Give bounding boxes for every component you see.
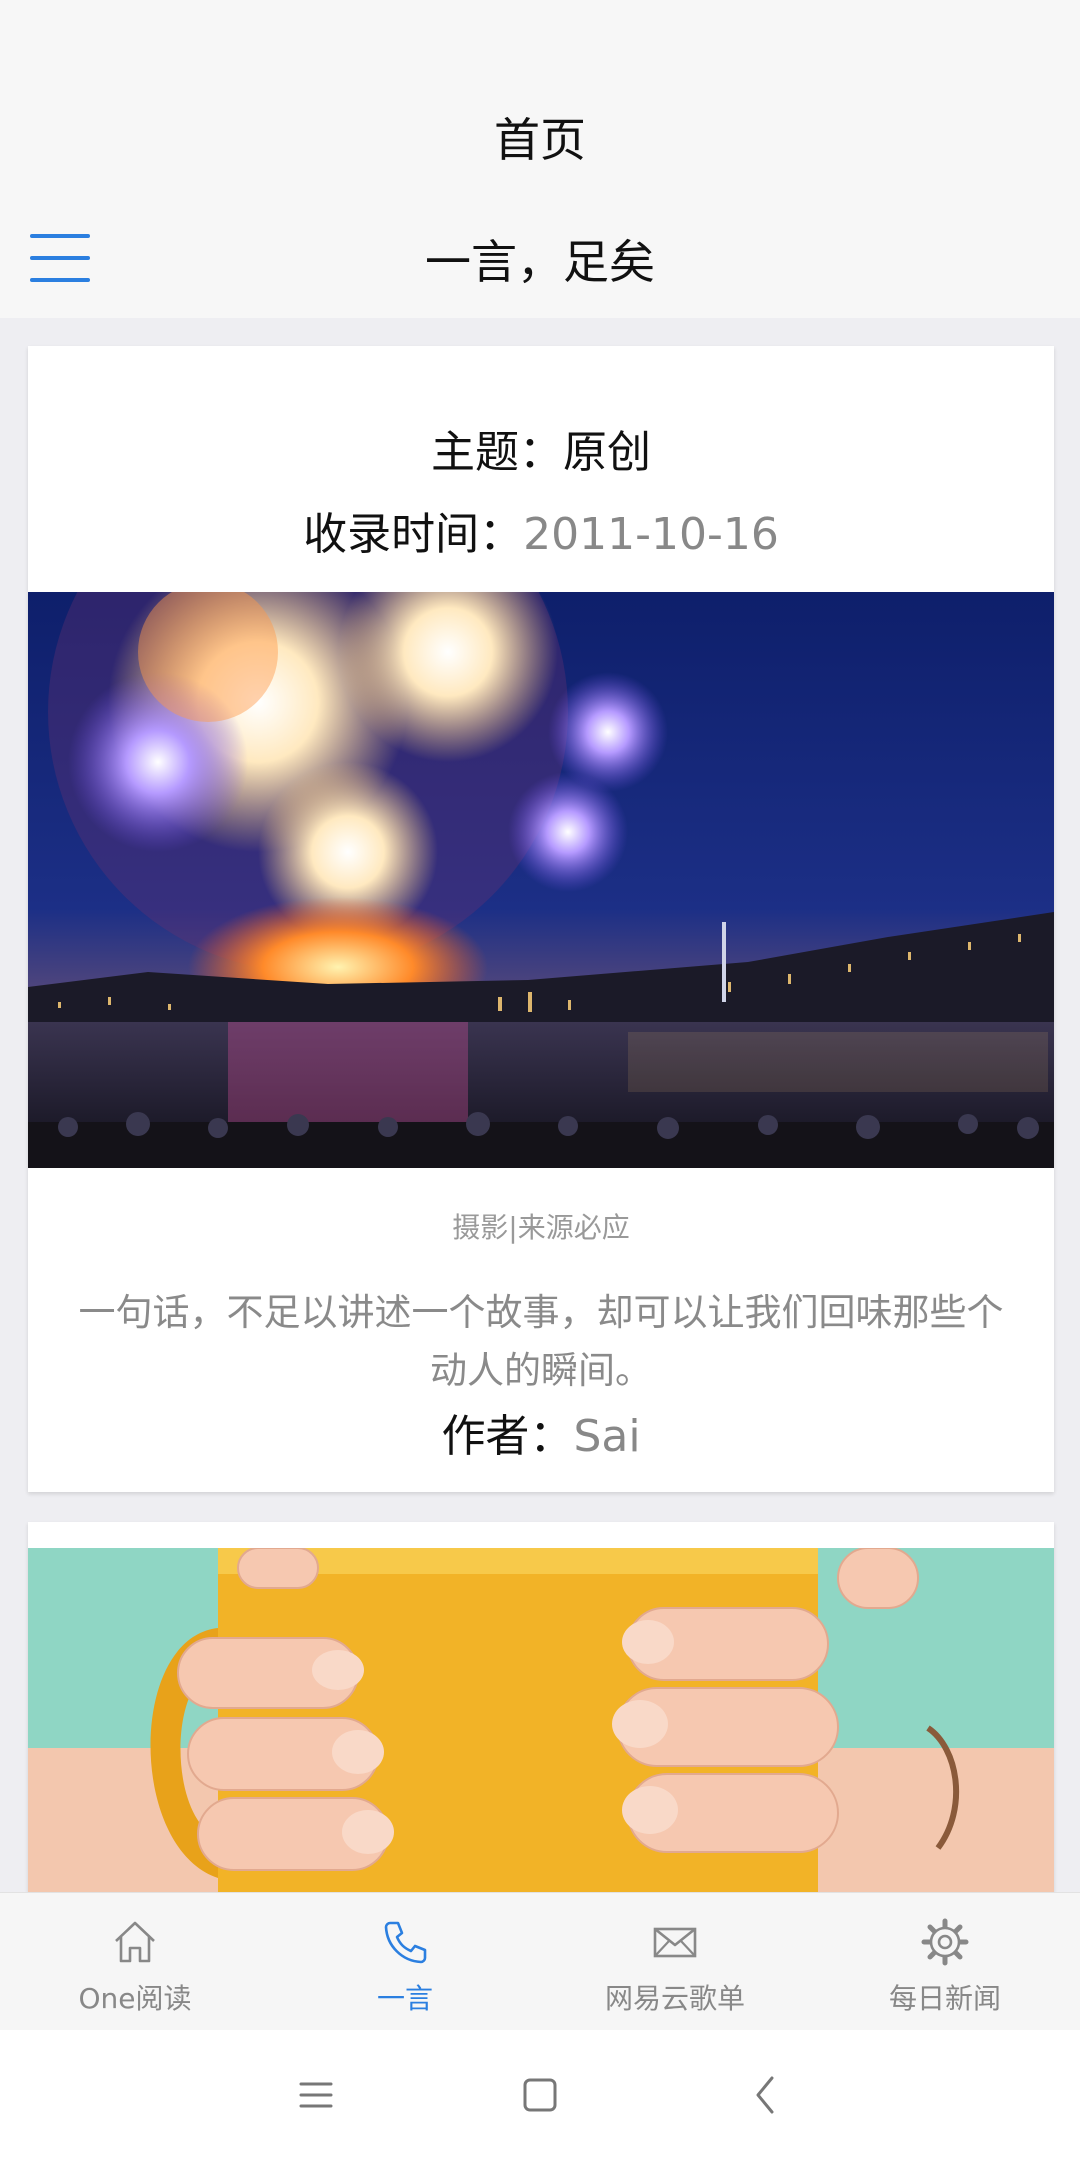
page-title: 首页 (494, 113, 586, 167)
topic-label: 主题： (431, 427, 563, 478)
collected-time-line: 收录时间：2011-10-16 (28, 498, 1054, 562)
hitokoto-card: 主题：原创 收录时间：2011-10-16 摄影|来源必应 一句话，不足以讲述一… (28, 346, 1054, 1492)
author-line: 作者：Sai (28, 1400, 1054, 1464)
quote-text: 一句话，不足以讲述一个故事，却可以让我们回味那些个动人的瞬间。 (78, 1291, 1004, 1392)
tab-label: 一言 (376, 1982, 433, 2015)
topic-line: 主题：原创 (28, 416, 1054, 480)
system-nav-bar (0, 2030, 1080, 2160)
yellow-mug-photo (28, 1548, 1054, 1892)
tab-hitokoto[interactable]: 一言 (270, 1893, 540, 2031)
recent-apps-icon[interactable] (286, 2070, 346, 2120)
bottom-tab-bar: One阅读 一言 网易云歌单 每日新闻 (0, 1892, 1080, 2031)
tab-label: 每日新闻 (888, 1982, 1001, 2015)
fireworks-photo (28, 592, 1054, 1168)
photo-credit: 摄影|来源必应 (452, 1211, 630, 1244)
tab-netease-playlist[interactable]: 网易云歌单 (540, 1893, 810, 2031)
home-nav-icon[interactable] (510, 2070, 570, 2120)
tab-one-reading[interactable]: One阅读 (0, 1893, 270, 2031)
gear-icon (921, 1918, 969, 1966)
mail-icon (653, 1927, 697, 1958)
tab-daily-news[interactable]: 每日新闻 (810, 1893, 1080, 2031)
header-subtitle: 一言，足矣 (425, 235, 655, 289)
topic-value: 原创 (563, 427, 651, 478)
collected-time-label: 收录时间： (303, 509, 524, 560)
author-label: 作者： (441, 1411, 574, 1462)
author-value: Sai (573, 1411, 641, 1462)
hitokoto-card-next (28, 1522, 1054, 1892)
tab-label: 网易云歌单 (604, 1982, 745, 2015)
app-header: 首页 一言，足矣 (0, 0, 1080, 318)
back-icon[interactable] (736, 2070, 796, 2120)
collected-time-value: 2011-10-16 (523, 509, 779, 560)
home-icon (115, 1921, 155, 1963)
phone-icon (384, 1921, 427, 1964)
tab-label: One阅读 (78, 1982, 192, 2015)
